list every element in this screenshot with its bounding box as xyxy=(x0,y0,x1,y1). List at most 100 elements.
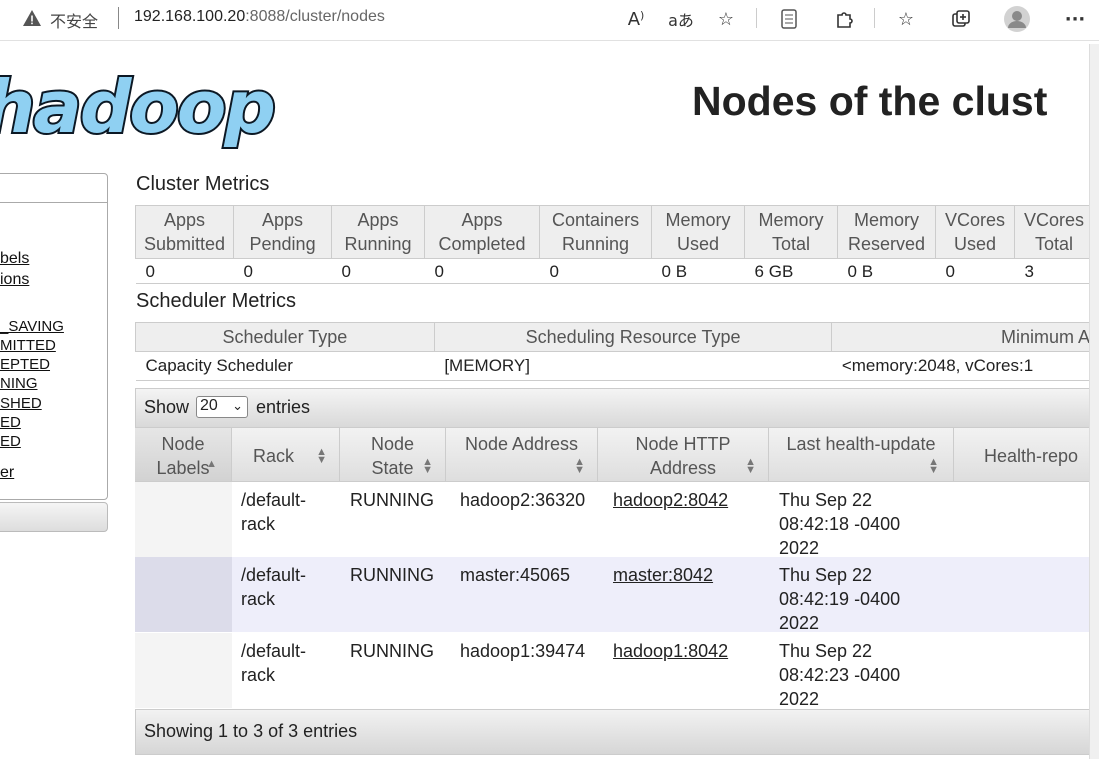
col-health-report[interactable]: Health-repo xyxy=(954,428,1099,481)
page-title: Nodes of the clust xyxy=(692,78,1048,124)
col-scheduler-type: Scheduler Type xyxy=(135,322,435,352)
metric-value: 0 xyxy=(331,258,425,284)
col-node-address[interactable]: Node Address ▲ ▼ xyxy=(446,428,598,481)
browser-toolbar: 不安全 192.168.100.20:8088/cluster/nodes A)… xyxy=(0,0,1099,41)
metric-value: 0 B xyxy=(651,258,745,284)
scheduler-metrics-table: Scheduler Type Scheduling Resource Type … xyxy=(135,322,1099,381)
entries-toolbar: Show 20 ⌄ entries xyxy=(135,388,1099,428)
node-state-cell: RUNNING xyxy=(350,641,434,661)
add-favorite-icon[interactable]: ☆ xyxy=(713,6,739,32)
node-labels-cell xyxy=(135,557,232,632)
scheduler-type-value: Capacity Scheduler xyxy=(135,351,435,381)
metric-value: 3 xyxy=(1014,258,1094,284)
col-apps-running: Apps Running xyxy=(331,205,426,259)
entries-label: entries xyxy=(256,397,311,417)
scheduler-metrics-title: Scheduler Metrics xyxy=(136,290,297,312)
col-node-http-address[interactable]: Node HTTP Address ▲ ▼ xyxy=(598,428,769,481)
col-containers-running: Containers Running xyxy=(539,205,653,259)
metric-value: 0 xyxy=(135,258,234,284)
health-update-cell: Thu Sep 22 08:42:23 -0400 2022 xyxy=(779,641,901,709)
address-divider xyxy=(118,7,119,29)
rack-cell: /default-rack xyxy=(241,641,307,685)
rack-cell: /default-rack xyxy=(241,490,307,534)
toolbar-divider xyxy=(874,8,875,28)
node-labels-cell xyxy=(135,482,232,557)
node-http-link[interactable]: hadoop2:8042 xyxy=(613,488,728,512)
svg-text:hadoop: hadoop xyxy=(0,65,274,149)
warning-icon[interactable] xyxy=(22,8,42,28)
node-http-link[interactable]: hadoop1:8042 xyxy=(613,639,728,663)
nav-link-finished[interactable]: SHED xyxy=(0,395,42,412)
metric-value: 0 xyxy=(233,258,332,284)
metric-value: 0 xyxy=(539,258,652,284)
hadoop-logo[interactable]: hadoop xyxy=(0,62,278,152)
table-row: /default-rack RUNNING hadoop2:36320 hado… xyxy=(135,482,1099,558)
toolbar-divider xyxy=(756,8,757,28)
col-node-labels[interactable]: Node Labels ▲ xyxy=(135,428,232,481)
extensions-icon[interactable] xyxy=(831,6,857,32)
nodes-table-header: Node Labels ▲ Rack ▲ ▼ Node State ▲ ▼ Node A… xyxy=(135,428,1099,482)
metric-value: 0 xyxy=(424,258,540,284)
table-info-footer: Showing 1 to 3 of 3 entries xyxy=(135,709,1099,755)
nav-link-failed[interactable]: ED xyxy=(0,414,21,431)
col-scheduling-resource-type: Scheduling Resource Type xyxy=(433,322,833,352)
col-memory-reserved: Memory Reserved xyxy=(837,205,937,259)
read-aloud-icon[interactable]: A) xyxy=(623,6,649,32)
more-icon[interactable]: ··· xyxy=(1062,6,1088,32)
col-node-state[interactable]: Node State ▲ ▼ xyxy=(340,428,446,481)
sort-icon: ▲ ▼ xyxy=(928,456,939,476)
entries-info: Showing 1 to 3 of 3 entries xyxy=(144,721,358,741)
url-host: 192.168.100.20 xyxy=(134,8,246,25)
node-address-cell: hadoop1:39474 xyxy=(460,641,586,661)
scheduling-resource-value: [MEMORY] xyxy=(434,351,832,381)
nav-link-new-saving[interactable]: _SAVING xyxy=(0,318,64,335)
translate-icon[interactable]: aあ xyxy=(668,6,694,32)
node-http-link[interactable]: master:8042 xyxy=(613,563,713,587)
nav-link-applications[interactable]: ions xyxy=(0,271,29,289)
nav-link-submitted[interactable]: MITTED xyxy=(0,337,56,354)
col-minimum-allocation: Minimum A xyxy=(831,322,1099,352)
metric-value: 0 xyxy=(935,258,1015,284)
node-state-cell: RUNNING xyxy=(350,565,434,585)
col-vcores-used: VCores Used xyxy=(935,205,1016,259)
node-state-cell: RUNNING xyxy=(350,490,434,510)
node-address-cell: master:45065 xyxy=(460,565,571,585)
profile-icon[interactable] xyxy=(1004,6,1030,32)
col-memory-total: Memory Total xyxy=(744,205,839,259)
metric-value: 6 GB xyxy=(744,258,838,284)
col-apps-submitted: Apps Submitted xyxy=(134,205,235,259)
col-last-health-update[interactable]: Last health-update ▲ ▼ xyxy=(769,428,954,481)
page-scrollbar[interactable] xyxy=(1089,44,1099,759)
sort-asc-icon: ▲ xyxy=(206,458,217,470)
table-row: /default-rack RUNNING master:45065 maste… xyxy=(135,557,1099,633)
sidebar-tools-bar[interactable] xyxy=(0,502,108,532)
show-label: Show xyxy=(144,397,190,417)
sort-icon: ▲ ▼ xyxy=(422,456,433,476)
nav-link-killed[interactable]: ED xyxy=(0,433,21,450)
chevron-down-icon: ⌄ xyxy=(232,398,243,413)
nav-link-node-labels[interactable]: bels xyxy=(0,250,29,268)
favorites-icon[interactable]: ☆ xyxy=(893,6,919,32)
col-apps-pending: Apps Pending xyxy=(233,205,333,259)
col-rack[interactable]: Rack ▲ ▼ xyxy=(232,428,340,481)
health-update-cell: Thu Sep 22 08:42:19 -0400 2022 xyxy=(779,565,901,633)
page-size-value: 20 xyxy=(200,397,218,414)
col-apps-completed: Apps Completed xyxy=(424,205,541,259)
nav-link-running[interactable]: NING xyxy=(0,375,38,392)
sort-icon: ▲ ▼ xyxy=(574,456,585,476)
sidebar-header xyxy=(0,174,107,203)
collections-icon[interactable] xyxy=(948,6,974,32)
address-bar[interactable]: 192.168.100.20:8088/cluster/nodes xyxy=(134,8,385,26)
col-vcores-total: VCores Total xyxy=(1014,205,1095,259)
split-screen-icon[interactable] xyxy=(776,6,802,32)
page-size-select[interactable]: 20 ⌄ xyxy=(196,396,248,418)
metrics-value-row: 0 0 0 0 0 0 B 6 GB 0 B 0 3 xyxy=(135,258,1094,284)
table-row: /default-rack RUNNING hadoop1:39474 hado… xyxy=(135,633,1099,709)
nav-link-accepted[interactable]: EPTED xyxy=(0,356,50,373)
rack-cell: /default-rack xyxy=(241,565,307,609)
nav-link-scheduler[interactable]: er xyxy=(0,464,14,482)
sort-icon: ▲ ▼ xyxy=(316,446,327,466)
insecure-label[interactable]: 不安全 xyxy=(50,8,98,32)
cluster-metrics-title: Cluster Metrics xyxy=(136,173,270,195)
url-path: :8088/cluster/nodes xyxy=(245,8,385,25)
